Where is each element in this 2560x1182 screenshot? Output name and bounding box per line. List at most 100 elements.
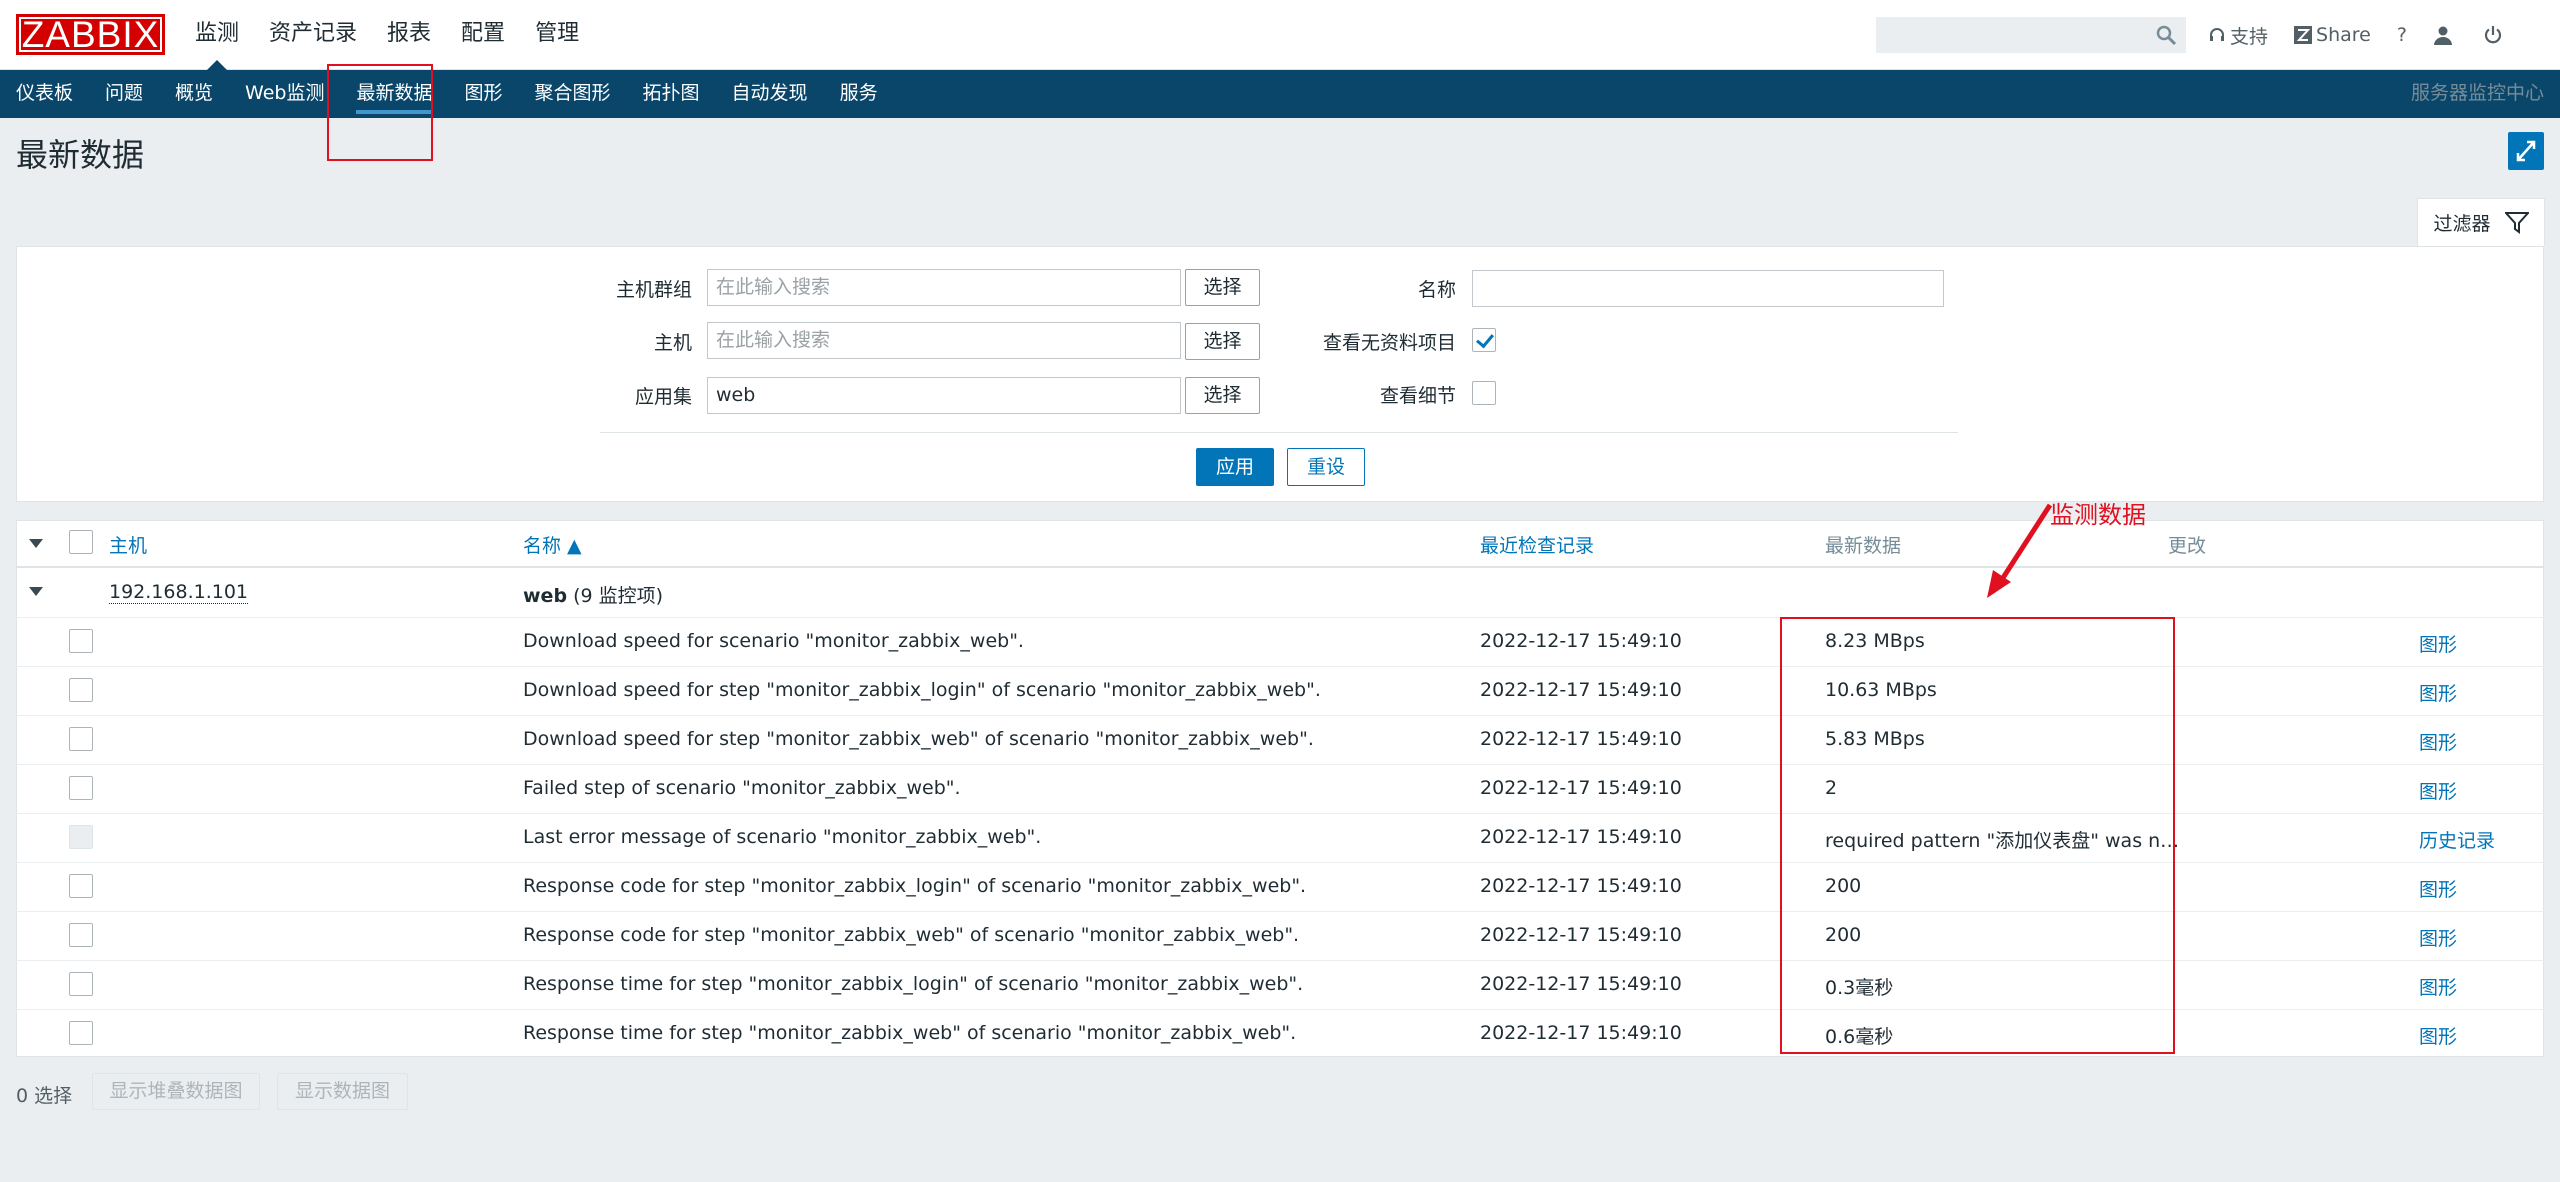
annotation-arrow-icon	[1987, 503, 2053, 598]
filter-tab[interactable]: 过滤器	[2417, 198, 2545, 246]
item-last-check: 2022-12-17 15:49:10	[1480, 1022, 1682, 1044]
host-select-button[interactable]: 选择	[1185, 323, 1260, 360]
group-item-count: (9 监控项)	[573, 585, 664, 607]
filter-icon	[2504, 211, 2529, 234]
item-name: Response time for step "monitor_zabbix_l…	[523, 973, 1304, 995]
nav-configuration[interactable]: 配置	[446, 0, 520, 70]
item-action-link[interactable]: 图形	[2419, 973, 2457, 1000]
item-action-link[interactable]: 历史记录	[2419, 826, 2495, 853]
column-name[interactable]: 名称 ▲	[523, 531, 582, 558]
item-last-check: 2022-12-17 15:49:10	[1480, 875, 1682, 897]
name-input[interactable]	[1472, 270, 1944, 307]
graph-button[interactable]: 显示数据图	[277, 1073, 408, 1110]
collapse-all-icon[interactable]	[29, 539, 43, 548]
host-label: 主机	[653, 332, 692, 354]
share-link[interactable]: Share	[2294, 24, 2371, 46]
group-application: web (9 监控项)	[523, 581, 663, 608]
item-last-check: 2022-12-17 15:49:10	[1480, 728, 1682, 750]
group-host-link[interactable]: 192.168.1.101	[109, 581, 249, 604]
column-last-check[interactable]: 最近检查记录	[1480, 531, 1594, 558]
item-action-link[interactable]: 图形	[2419, 1022, 2457, 1049]
support-label: 支持	[2230, 25, 2269, 48]
item-name: Download speed for step "monitor_zabbix_…	[523, 728, 1314, 750]
subnav-problems[interactable]: 问题	[89, 70, 159, 118]
show-details-label: 查看细节	[1379, 385, 1456, 407]
headset-icon	[2210, 28, 2224, 41]
subnav-dashboard[interactable]: 仪表板	[0, 70, 89, 118]
row-checkbox[interactable]	[69, 678, 93, 702]
nav-inventory[interactable]: 资产记录	[254, 0, 372, 70]
column-last-value: 最新数据	[1825, 535, 1902, 557]
power-icon	[2484, 26, 2502, 44]
item-name: Response time for step "monitor_zabbix_w…	[523, 1022, 1297, 1044]
application-select-button[interactable]: 选择	[1185, 377, 1260, 414]
subnav-graphs[interactable]: 图形	[449, 70, 519, 118]
column-change: 更改	[2168, 535, 2207, 557]
row-checkbox[interactable]	[69, 1021, 93, 1045]
reset-button[interactable]: 重设	[1287, 448, 1365, 486]
item-action-link[interactable]: 图形	[2419, 728, 2457, 755]
header-links: 支持 Share ?	[2208, 0, 2533, 70]
item-last-check: 2022-12-17 15:49:10	[1480, 630, 1682, 652]
fullscreen-button[interactable]	[2508, 132, 2544, 170]
row-checkbox[interactable]	[69, 776, 93, 800]
row-checkbox[interactable]	[69, 629, 93, 653]
subnav-web[interactable]: Web监测	[229, 70, 340, 118]
support-link[interactable]: 支持	[2208, 22, 2268, 49]
annotation-box-latest-data	[327, 64, 433, 161]
annotation-box-values	[1780, 617, 2175, 1054]
item-last-check: 2022-12-17 15:49:10	[1480, 679, 1682, 701]
filter-divider	[600, 432, 1958, 433]
stacked-graph-button[interactable]: 显示堆叠数据图	[92, 1073, 260, 1110]
item-name: Response code for step "monitor_zabbix_l…	[523, 875, 1307, 897]
subnav-services[interactable]: 服务	[824, 70, 894, 118]
nav-reports[interactable]: 报表	[372, 0, 446, 70]
global-search-input[interactable]	[1876, 17, 2186, 53]
selected-count: 0 选择	[16, 1085, 73, 1107]
item-action-link[interactable]: 图形	[2419, 875, 2457, 902]
filter-tab-label: 过滤器	[2433, 213, 2491, 235]
share-label: Share	[2316, 24, 2371, 46]
zabbix-logo[interactable]: ZABBIX	[16, 14, 165, 55]
select-all-checkbox[interactable]	[69, 530, 93, 554]
subnav-maps[interactable]: 拓扑图	[627, 70, 716, 118]
subnav-discovery[interactable]: 自动发现	[716, 70, 824, 118]
item-name: Response code for step "monitor_zabbix_w…	[523, 924, 1300, 946]
application-label: 应用集	[634, 386, 692, 408]
row-checkbox[interactable]	[69, 972, 93, 996]
host-group-input[interactable]: 在此输入搜索	[707, 269, 1181, 306]
header-divider	[16, 566, 2544, 568]
subnav-overview[interactable]: 概览	[159, 70, 229, 118]
item-action-link[interactable]: 图形	[2419, 777, 2457, 804]
item-name: Download speed for step "monitor_zabbix_…	[523, 679, 1321, 701]
host-group-select-button[interactable]: 选择	[1185, 269, 1260, 306]
help-link[interactable]: ?	[2397, 24, 2407, 46]
item-action-link[interactable]: 图形	[2419, 924, 2457, 951]
user-profile-link[interactable]	[2433, 25, 2457, 45]
row-checkbox[interactable]	[69, 727, 93, 751]
nav-administration[interactable]: 管理	[520, 0, 594, 70]
row-checkbox[interactable]	[69, 923, 93, 947]
host-input[interactable]: 在此输入搜索	[707, 322, 1181, 359]
expand-icon	[2516, 140, 2536, 162]
help-icon: ?	[2396, 24, 2407, 46]
sign-out-link[interactable]	[2483, 25, 2507, 45]
row-checkbox[interactable]	[69, 825, 93, 849]
apply-button[interactable]: 应用	[1196, 448, 1274, 486]
search-icon[interactable]	[2155, 24, 2177, 46]
group-collapse-icon[interactable]	[29, 587, 43, 596]
group-app-name: web	[523, 585, 568, 607]
nav-monitoring[interactable]: 监测	[180, 0, 254, 70]
row-checkbox[interactable]	[69, 874, 93, 898]
show-no-data-label: 查看无资料项目	[1322, 332, 1456, 354]
subnav-screens[interactable]: 聚合图形	[519, 70, 627, 118]
item-action-link[interactable]: 图形	[2419, 630, 2457, 657]
item-action-link[interactable]: 图形	[2419, 679, 2457, 706]
top-header: ZABBIX 监测 资产记录 报表 配置 管理 支持 Share ?	[0, 0, 2560, 70]
application-input[interactable]: web	[707, 377, 1181, 414]
show-details-checkbox[interactable]	[1472, 381, 1496, 405]
user-icon	[2433, 26, 2452, 45]
show-no-data-checkbox[interactable]	[1472, 328, 1496, 352]
item-name: Failed step of scenario "monitor_zabbix_…	[523, 777, 961, 799]
column-host[interactable]: 主机	[109, 531, 147, 558]
